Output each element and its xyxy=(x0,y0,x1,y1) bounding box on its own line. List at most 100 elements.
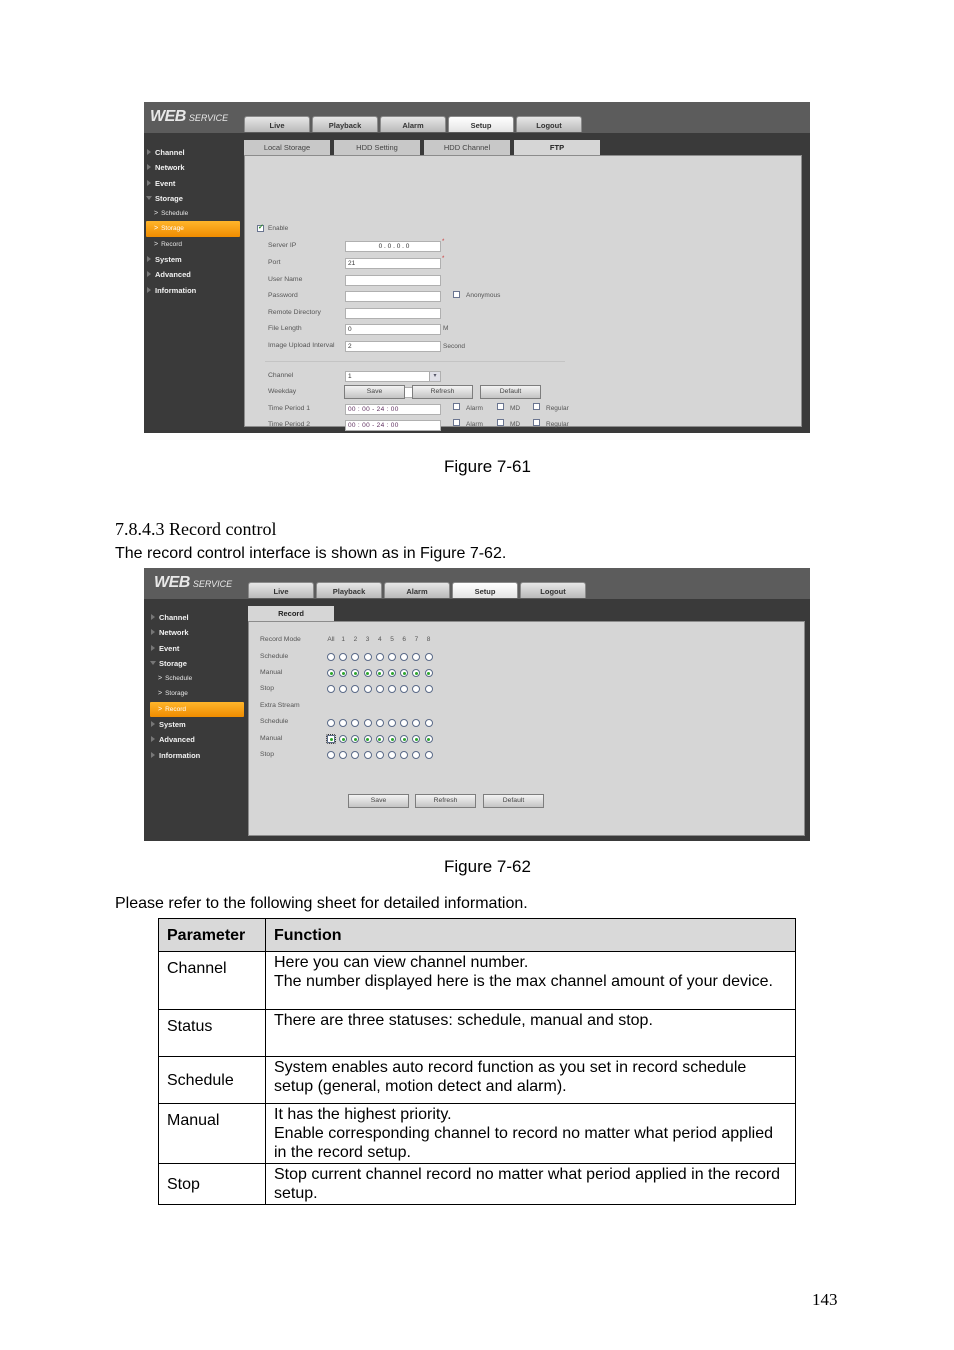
upload-interval-input[interactable]: 2 xyxy=(345,341,441,352)
main-schedule-radio-8[interactable] xyxy=(424,653,433,661)
extra-stop-radio-4[interactable] xyxy=(375,751,384,759)
period1-alarm-checkbox[interactable] xyxy=(453,403,460,410)
main-schedule-radio-1[interactable] xyxy=(339,653,348,661)
extra-stop-radio-1[interactable] xyxy=(339,751,348,759)
main-stop-radio-4[interactable] xyxy=(375,685,384,693)
tab-logout[interactable]: Logout xyxy=(516,116,582,132)
time-period-2-input[interactable]: 00 : 00 - 24 : 00 xyxy=(345,420,441,431)
extra-stop-radio-8[interactable] xyxy=(424,751,433,759)
sidebar-item-system[interactable]: System xyxy=(148,717,246,732)
extra-stop-radio-2[interactable] xyxy=(351,751,360,759)
period2-alarm-checkbox[interactable] xyxy=(453,419,460,426)
extra-stop-radio-5[interactable] xyxy=(388,751,396,759)
sidebar-item-event[interactable]: Event xyxy=(148,641,246,656)
extra-manual-radio-6[interactable] xyxy=(400,735,409,743)
server-ip-input[interactable]: 0 . 0 . 0 . 0 xyxy=(345,241,441,252)
extra-schedule-radio-5[interactable] xyxy=(388,719,396,727)
sidebar-item-information[interactable]: Information xyxy=(144,283,242,298)
sidebar-subitem-record[interactable]: > Record xyxy=(144,237,242,252)
extra-manual-radio-8[interactable] xyxy=(424,735,433,743)
tab-live[interactable]: Live xyxy=(248,582,314,598)
extra-stop-radio-6[interactable] xyxy=(400,751,409,759)
main-schedule-radio-2[interactable] xyxy=(351,653,360,661)
main-schedule-radio-5[interactable] xyxy=(388,653,396,661)
period2-md-checkbox[interactable] xyxy=(497,419,504,426)
extra-schedule-radio-6[interactable] xyxy=(400,719,409,727)
sidebar-subitem-schedule[interactable]: > Schedule xyxy=(144,206,242,221)
sidebar-subitem-storage[interactable]: > Storage xyxy=(148,686,246,701)
main-manual-radio-1[interactable] xyxy=(339,669,348,677)
extra-manual-radio-3[interactable] xyxy=(363,735,372,743)
user-name-input[interactable] xyxy=(345,275,441,286)
extra-manual-radio-1[interactable] xyxy=(339,735,348,743)
extra-stop-radio-all[interactable] xyxy=(327,751,335,759)
sidebar-item-channel[interactable]: Channel xyxy=(144,145,242,160)
port-input[interactable]: 21 xyxy=(345,258,441,269)
main-manual-radio-7[interactable] xyxy=(412,669,421,677)
sidebar-item-information[interactable]: Information xyxy=(148,748,246,763)
tab-alarm[interactable]: Alarm xyxy=(384,582,450,598)
sidebar-subitem-storage[interactable]: > Storage xyxy=(146,221,240,237)
period2-regular-checkbox[interactable] xyxy=(533,419,540,426)
period1-md-checkbox[interactable] xyxy=(497,403,504,410)
sidebar-subitem-schedule[interactable]: > Schedule xyxy=(148,671,246,686)
sidebar-item-system[interactable]: System xyxy=(144,252,242,267)
extra-manual-radio-2[interactable] xyxy=(351,735,360,743)
main-schedule-radio-3[interactable] xyxy=(363,653,372,661)
tab-live[interactable]: Live xyxy=(244,116,310,132)
refresh-button[interactable]: Refresh xyxy=(412,385,473,399)
period1-regular-checkbox[interactable] xyxy=(533,403,540,410)
extra-schedule-radio-1[interactable] xyxy=(339,719,348,727)
main-manual-radio-2[interactable] xyxy=(351,669,360,677)
password-input[interactable] xyxy=(345,291,441,302)
default-button[interactable]: Default xyxy=(483,794,544,808)
main-stop-radio-1[interactable] xyxy=(339,685,348,693)
tab-setup[interactable]: Setup xyxy=(452,582,518,598)
refresh-button[interactable]: Refresh xyxy=(415,794,476,808)
subtab-ftp[interactable]: FTP xyxy=(514,140,600,155)
main-manual-radio-4[interactable] xyxy=(375,669,384,677)
main-schedule-radio-all[interactable] xyxy=(327,653,335,661)
subtab-local-storage[interactable]: Local Storage xyxy=(244,140,330,155)
tab-playback[interactable]: Playback xyxy=(316,582,382,598)
main-stop-radio-2[interactable] xyxy=(351,685,360,693)
extra-schedule-radio-4[interactable] xyxy=(375,719,384,727)
remote-directory-input[interactable] xyxy=(345,308,441,319)
save-button[interactable]: Save xyxy=(348,794,409,808)
file-length-input[interactable]: 0 xyxy=(345,324,441,335)
extra-stop-radio-3[interactable] xyxy=(363,751,372,759)
channel-select[interactable]: 1 ▾ xyxy=(345,371,441,382)
enable-checkbox[interactable] xyxy=(257,223,264,232)
sidebar-item-storage[interactable]: Storage xyxy=(148,656,246,671)
sidebar-item-network[interactable]: Network xyxy=(148,625,246,640)
subtab-hdd-setting[interactable]: HDD Setting xyxy=(334,140,420,155)
tab-alarm[interactable]: Alarm xyxy=(380,116,446,132)
main-manual-radio-3[interactable] xyxy=(363,669,372,677)
tab-logout[interactable]: Logout xyxy=(520,582,586,598)
sidebar-item-advanced[interactable]: Advanced xyxy=(144,267,242,282)
sidebar-item-event[interactable]: Event xyxy=(144,176,242,191)
extra-schedule-radio-8[interactable] xyxy=(424,719,433,727)
sidebar-item-channel[interactable]: Channel xyxy=(148,610,246,625)
extra-manual-radio-4[interactable] xyxy=(375,735,384,743)
main-stop-radio-all[interactable] xyxy=(327,685,335,693)
anonymous-checkbox[interactable] xyxy=(453,291,460,298)
main-schedule-radio-6[interactable] xyxy=(400,653,409,661)
extra-schedule-radio-2[interactable] xyxy=(351,719,360,727)
save-button[interactable]: Save xyxy=(344,385,405,399)
sidebar-item-storage[interactable]: Storage xyxy=(144,191,242,206)
main-stop-radio-5[interactable] xyxy=(388,685,396,693)
main-manual-radio-all[interactable] xyxy=(327,669,335,677)
main-stop-radio-6[interactable] xyxy=(400,685,409,693)
main-manual-radio-6[interactable] xyxy=(400,669,409,677)
extra-schedule-radio-7[interactable] xyxy=(412,719,421,727)
time-period-1-input[interactable]: 00 : 00 - 24 : 00 xyxy=(345,404,441,415)
subtab-hdd-channel[interactable]: HDD Channel xyxy=(424,140,510,155)
main-manual-radio-5[interactable] xyxy=(388,669,396,677)
extra-manual-radio-all[interactable] xyxy=(326,734,336,744)
main-schedule-radio-4[interactable] xyxy=(375,653,384,661)
main-manual-radio-8[interactable] xyxy=(424,669,433,677)
sidebar-subitem-record[interactable]: > Record xyxy=(150,701,244,718)
main-stop-radio-8[interactable] xyxy=(424,685,433,693)
tab-setup[interactable]: Setup xyxy=(448,116,514,132)
